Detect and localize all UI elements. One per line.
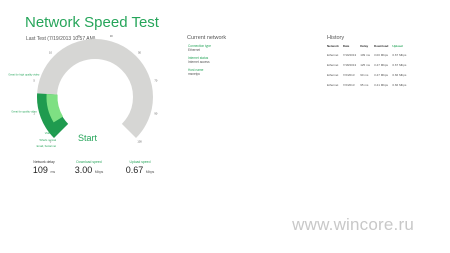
history-header-row: Network Date Delay Download Upload [327, 44, 410, 53]
history-title: History [327, 35, 345, 41]
connection-type: Connection type Ethernet [188, 44, 212, 52]
network-delay-stat: Network delay 109 ms [19, 160, 69, 175]
gauge-tick-label: 30 [110, 34, 113, 38]
history-cell: 3.00 Mbps [374, 53, 389, 57]
history-cell: 95 ms [360, 83, 369, 87]
download-speed-value: 3.00 Mbps [74, 165, 104, 175]
start-button[interactable]: Start [78, 133, 97, 143]
history-cell: 0.67 Mbps [392, 63, 407, 67]
upload-speed-value: 0.67 Mbps [125, 165, 155, 175]
gauge-level-label: Great for high quality video [8, 73, 40, 77]
gauge-tick-label: 20 [77, 34, 80, 38]
internet-status: Internet status Internet access [188, 56, 210, 64]
history-cell: Ethernet [327, 53, 339, 57]
history-cell: Ethernet [327, 83, 339, 87]
history-cell: 7/18/2013 [342, 63, 357, 67]
history-cell: 7/2/2013 [342, 73, 355, 77]
download-speed-label: Download speed [76, 160, 102, 164]
history-column-header: Delay [360, 44, 369, 48]
history-cell: 109 ms [360, 53, 371, 57]
history-cell: 0.66 Mbps [392, 83, 407, 87]
gauge-level-label: Email, Social net [37, 144, 57, 148]
gauge-accent [46, 93, 64, 123]
history-column-header: Upload [392, 44, 403, 48]
history-row: Ethernet 7/19/2013 109 ms 3.00 Mbps 0.67 Mbp… [327, 53, 410, 63]
history-cell: 7/19/2013 [342, 53, 357, 57]
gauge-tick-label: 100 [137, 140, 142, 144]
history-cell: 3.47 Mbps [374, 63, 389, 67]
history-row: Ethernet 7/2/2013 90 ms 3.47 Mbps 0.66 Mbps [327, 73, 410, 83]
gauge-tick-label: 50 [138, 50, 141, 54]
gauge-tick-label: 70 [154, 79, 157, 83]
host-name: Host name msnetpc [188, 68, 204, 76]
history-table: Network Date Delay Download Upload Ethernet 7… [327, 44, 410, 93]
gauge-level-label: Great for quality video [11, 110, 37, 114]
upload-speed-stat: Upload speed 0.67 Mbps [115, 160, 165, 175]
history-row: Ethernet 7/18/2013 125 ms 3.47 Mbps 0.67 Mbp… [327, 63, 410, 73]
watermark: www.wincore.ru [292, 215, 414, 234]
gauge-tick-label: 5 [33, 79, 35, 83]
history-cell: 0.67 Mbps [392, 53, 407, 57]
history-cell: Ethernet [327, 73, 339, 77]
history-row: Ethernet 7/2/2013 95 ms 3.41 Mbps 0.66 Mbps [327, 83, 410, 93]
history-cell: Ethernet [327, 63, 339, 67]
history-cell: 0.66 Mbps [392, 73, 407, 77]
history-column-header: Download [374, 44, 389, 48]
upload-speed-label: Upload speed [129, 160, 151, 164]
history-column-header: Network [327, 44, 339, 48]
gauge-level-label: What's normal [40, 138, 57, 142]
download-speed-stat: Download speed 3.00 Mbps [64, 160, 114, 175]
history-column-header: Date [342, 44, 350, 48]
network-delay-value: 109 ms [32, 165, 56, 175]
history-cell: 90 ms [360, 73, 369, 77]
current-network-title: Current network [187, 35, 227, 41]
network-delay-label: Network delay [33, 160, 55, 164]
gauge-tick-label: 10 [49, 50, 52, 54]
history-cell: 7/2/2013 [342, 83, 355, 87]
history-cell: 125 ms [360, 63, 371, 67]
history-cell: 3.47 Mbps [374, 73, 389, 77]
gauge-level-label: Video call [45, 131, 57, 135]
gauge-tick-label: 90 [154, 111, 157, 115]
history-cell: 3.41 Mbps [374, 83, 389, 87]
